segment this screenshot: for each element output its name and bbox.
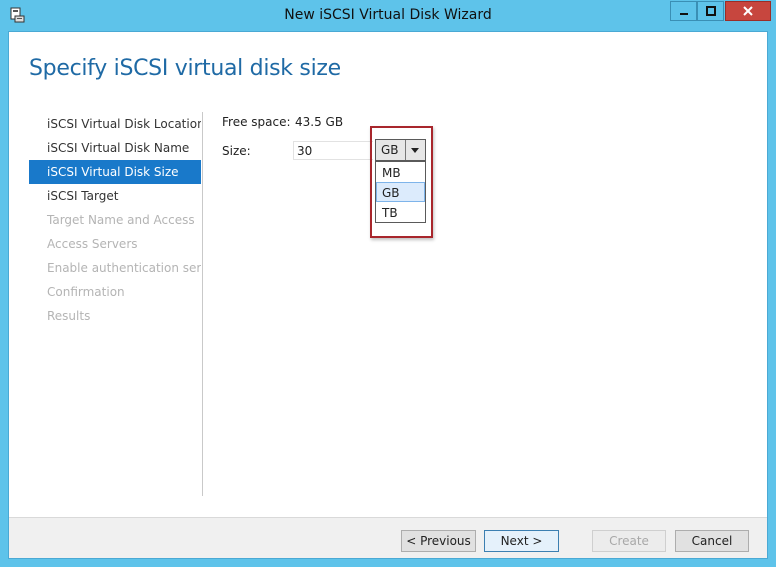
unit-selected-value: GB — [381, 143, 399, 157]
maximize-button[interactable] — [697, 1, 724, 21]
title-bar: New iSCSI Virtual Disk Wizard — [0, 0, 776, 31]
nav-step-location[interactable]: iSCSI Virtual Disk Location — [29, 112, 201, 136]
free-space-label: Free space: — [222, 115, 291, 129]
wizard-steps-nav: iSCSI Virtual Disk Location iSCSI Virtua… — [29, 112, 201, 328]
nav-divider — [202, 112, 203, 496]
size-label: Size: — [222, 144, 251, 158]
dropdown-divider — [405, 140, 406, 160]
unit-dropdown[interactable]: GB — [375, 139, 426, 161]
nav-step-target[interactable]: iSCSI Target — [29, 184, 201, 208]
nav-step-results: Results — [47, 309, 91, 323]
next-button[interactable]: Next > — [484, 530, 559, 552]
nav-step-access-servers: Access Servers — [47, 237, 138, 251]
free-space-value: 43.5 GB — [295, 115, 344, 129]
close-icon — [743, 6, 753, 16]
maximize-icon — [705, 6, 716, 16]
wizard-footer: < Previous Next > Create Cancel — [9, 517, 767, 558]
cancel-button[interactable]: Cancel — [675, 530, 749, 552]
page-title: Specify iSCSI virtual disk size — [29, 56, 341, 81]
wizard-content: Specify iSCSI virtual disk size iSCSI Vi… — [8, 31, 768, 559]
nav-step-target-name-access: Target Name and Access — [47, 213, 195, 227]
minimize-icon — [679, 13, 688, 15]
minimize-button[interactable] — [670, 1, 697, 21]
nav-step-size[interactable]: iSCSI Virtual Disk Size — [29, 160, 201, 184]
unit-dropdown-list: MB GB TB — [375, 161, 426, 223]
close-button[interactable] — [725, 1, 771, 21]
nav-step-authentication: Enable authentication ser... — [47, 261, 201, 275]
unit-option-gb[interactable]: GB — [376, 182, 425, 202]
previous-button[interactable]: < Previous — [401, 530, 476, 552]
unit-option-mb[interactable]: MB — [376, 162, 425, 182]
unit-option-tb[interactable]: TB — [376, 202, 425, 222]
create-button: Create — [592, 530, 666, 552]
window-title: New iSCSI Virtual Disk Wizard — [284, 7, 492, 23]
size-input[interactable] — [293, 141, 373, 160]
chevron-down-icon[interactable] — [411, 148, 419, 153]
nav-step-confirmation: Confirmation — [47, 285, 125, 299]
nav-step-name[interactable]: iSCSI Virtual Disk Name — [29, 136, 201, 160]
